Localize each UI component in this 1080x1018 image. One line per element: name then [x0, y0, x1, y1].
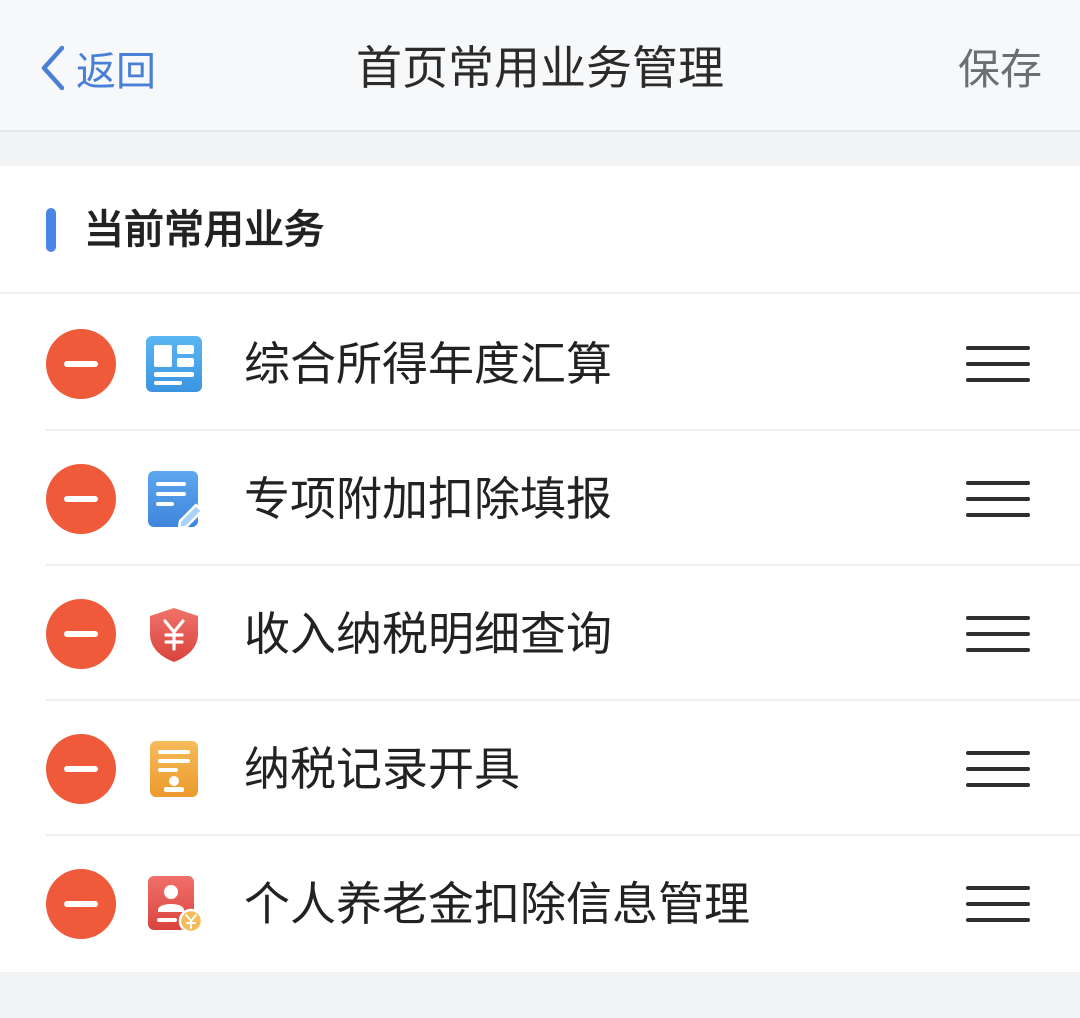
business-list-card: 当前常用业务 综合所得年度汇算 专项附加扣除填报 收入纳税明细查询 纳税记录开具… — [0, 166, 1080, 972]
list-item: 综合所得年度汇算 — [0, 296, 1080, 431]
item-label: 个人养老金扣除信息管理 — [244, 877, 750, 931]
item-label: 纳税记录开具 — [244, 742, 520, 796]
list-item: 专项附加扣除填报 — [0, 431, 1080, 566]
item-label: 综合所得年度汇算 — [244, 337, 612, 391]
yuan-shield-icon — [150, 608, 198, 662]
page-title: 首页常用业务管理 — [356, 41, 724, 95]
item-label: 收入纳税明细查询 — [244, 607, 612, 661]
drag-handle-icon[interactable] — [966, 749, 1030, 789]
list-item: 纳税记录开具 — [0, 701, 1080, 836]
annual-settlement-icon — [146, 336, 202, 392]
drag-handle-icon[interactable] — [966, 344, 1030, 384]
remove-button[interactable] — [46, 464, 116, 534]
item-label: 专项附加扣除填报 — [244, 472, 612, 526]
section-accent-bar — [46, 208, 56, 252]
certificate-icon — [150, 741, 198, 797]
remove-button[interactable] — [46, 869, 116, 939]
list-item: 收入纳税明细查询 — [0, 566, 1080, 701]
edit-form-icon — [148, 471, 204, 529]
section-header: 当前常用业务 — [0, 166, 1080, 294]
remove-button[interactable] — [46, 329, 116, 399]
remove-button[interactable] — [46, 734, 116, 804]
list-item: 个人养老金扣除信息管理 — [0, 836, 1080, 971]
save-button[interactable]: 保存 — [958, 40, 1042, 100]
section-title: 当前常用业务 — [84, 207, 324, 253]
drag-handle-icon[interactable] — [966, 614, 1030, 654]
pension-card-icon — [148, 876, 204, 934]
drag-handle-icon[interactable] — [966, 884, 1030, 924]
nav-bar: 返回 首页常用业务管理 保存 — [0, 0, 1080, 132]
drag-handle-icon[interactable] — [966, 479, 1030, 519]
remove-button[interactable] — [46, 599, 116, 669]
